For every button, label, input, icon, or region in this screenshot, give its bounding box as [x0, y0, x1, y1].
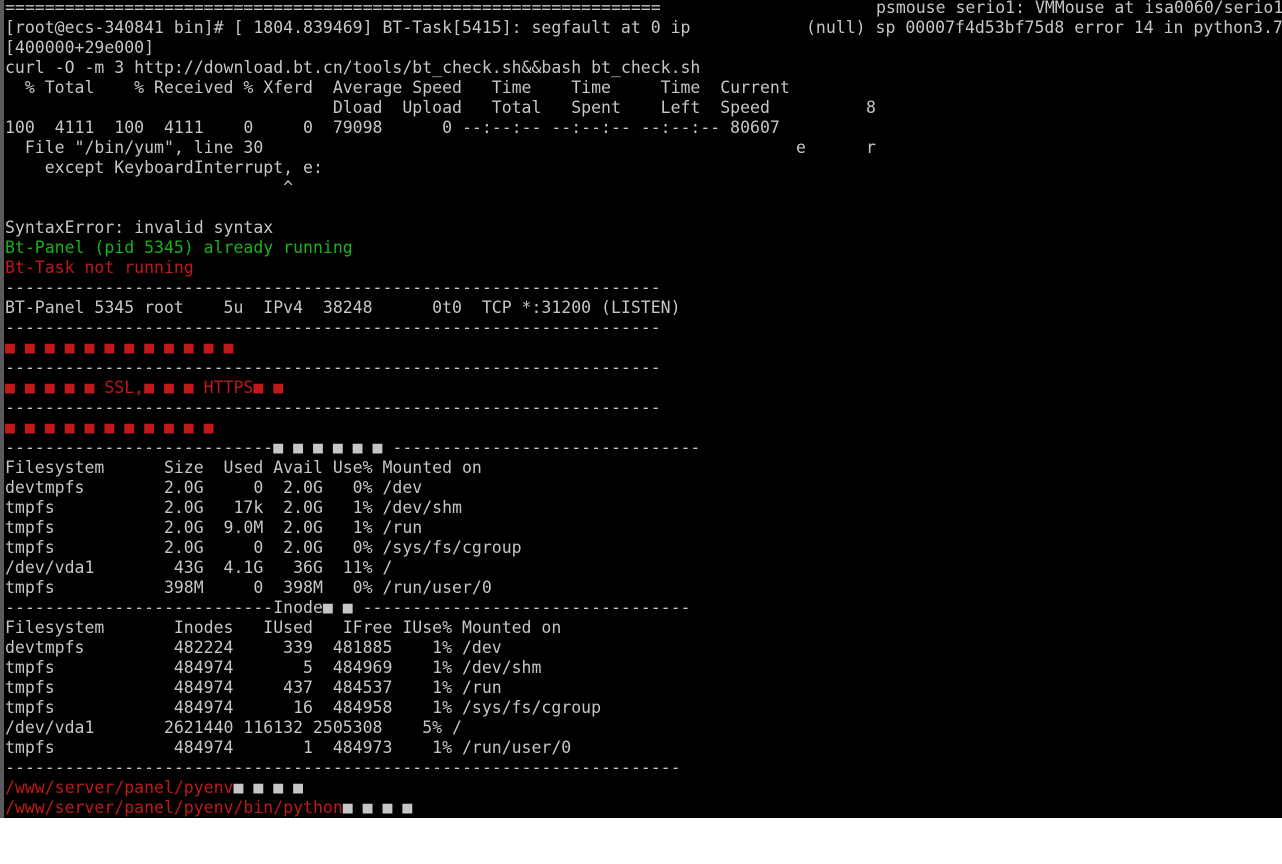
terminal-line: ========================================… [5, 0, 661, 17]
kernel-message-right: psmouse serio1: VMMouse at isa0060/serio… [876, 0, 1282, 17]
terminal-line: curl -O -m 3 http://download.bt.cn/tools… [5, 58, 701, 77]
terminal-line: devtmpfs 2.0G 0 2.0G 0% /dev [5, 478, 423, 497]
terminal-line: Bt-Task not running [5, 258, 194, 277]
terminal-line: ----------------------------------------… [5, 358, 661, 377]
terminal-line: ----------------------------------------… [5, 398, 661, 417]
terminal-line: Filesystem Size Used Avail Use% Mounted … [5, 458, 482, 477]
terminal-line: tmpfs 2.0G 0 2.0G 0% /sys/fs/cgroup [5, 538, 522, 557]
terminal-line: ----------------------------------------… [5, 758, 681, 777]
terminal-line: /dev/vda1 2621440 116132 2505308 5% / [5, 718, 462, 737]
terminal-line: ■ ■ ■ ■ ■ ■ ■ ■ ■ ■ ■ ■ [5, 338, 234, 357]
terminal-line: tmpfs 484974 437 484537 1% /run [5, 678, 502, 697]
terminal-line: devtmpfs 482224 339 481885 1% /dev [5, 638, 502, 657]
terminal-line: tmpfs 484974 1 484973 1% /run/user/0 [5, 738, 572, 757]
terminal-line: except KeyboardInterrupt, e: [5, 158, 323, 177]
terminal-line: ^ [5, 178, 294, 197]
stray-char: 8 [866, 98, 876, 117]
terminal-line: Dload Upload Total Spent Left Speed [5, 98, 770, 117]
terminal-line: /www/server/panel/pyenv■ ■ ■ ■ [5, 778, 303, 798]
terminal-line: ---------------------------Inode■ ■ ----… [5, 598, 691, 617]
terminal-line: Filesystem Inodes IUsed IFree IUse% Moun… [5, 618, 562, 637]
garbled-text: ■ ■ ■ ■ [342, 798, 413, 817]
terminal-line: [400000+29e000] [5, 38, 155, 57]
terminal-line: tmpfs 2.0G 9.0M 2.0G 1% /run [5, 518, 423, 537]
path-text: /www/server/panel/pyenv [5, 778, 234, 797]
terminal-line: ■ ■ ■ ■ ■ ■ ■ ■ ■ ■ ■ [5, 418, 214, 437]
terminal-line: tmpfs 2.0G 17k 2.0G 1% /dev/shm [5, 498, 462, 517]
terminal-line: /dev/vda1 43G 4.1G 36G 11% / [5, 558, 393, 577]
terminal-line: Bt-Panel (pid 5345) already running [5, 238, 353, 257]
terminal-line: [root@ecs-340841 bin]# [ 1804.839469] BT… [5, 18, 691, 37]
stray-char: e [796, 138, 806, 157]
stray-char: r [866, 138, 876, 157]
terminal-line: SyntaxError: invalid syntax [5, 218, 274, 237]
terminal-line: File "/bin/yum", line 30 [5, 138, 264, 157]
path-text: /www/server/panel/pyenv/bin/python [5, 798, 343, 817]
terminal-line: % Total % Received % Xferd Average Speed… [5, 78, 790, 97]
garbled-text: ■ ■ ■ ■ [233, 778, 304, 797]
terminal-line: tmpfs 484974 16 484958 1% /sys/fs/cgroup [5, 698, 602, 717]
terminal-line: ---------------------------■ ■ ■ ■ ■ ■ -… [5, 438, 701, 457]
terminal-line: ----------------------------------------… [5, 278, 661, 297]
terminal-window[interactable]: ========================================… [0, 0, 1282, 818]
terminal-line: tmpfs 398M 0 398M 0% /run/user/0 [5, 578, 492, 597]
terminal-line: /www/server/panel/pyenv/bin/python■ ■ ■ … [5, 798, 412, 818]
kernel-message-right: (null) sp 00007f4d53bf75d8 error 14 in p… [806, 18, 1282, 37]
terminal-line: tmpfs 484974 5 484969 1% /dev/shm [5, 658, 542, 677]
terminal-line: ----------------------------------------… [5, 318, 661, 337]
terminal-line: 100 4111 100 4111 0 0 79098 0 --:--:-- -… [5, 118, 780, 137]
terminal-line: ■ ■ ■ ■ ■ SSL,■ ■ ■ HTTPS■ ■ [5, 378, 284, 397]
terminal-line: BT-Panel 5345 root 5u IPv4 38248 0t0 TCP… [5, 298, 681, 317]
